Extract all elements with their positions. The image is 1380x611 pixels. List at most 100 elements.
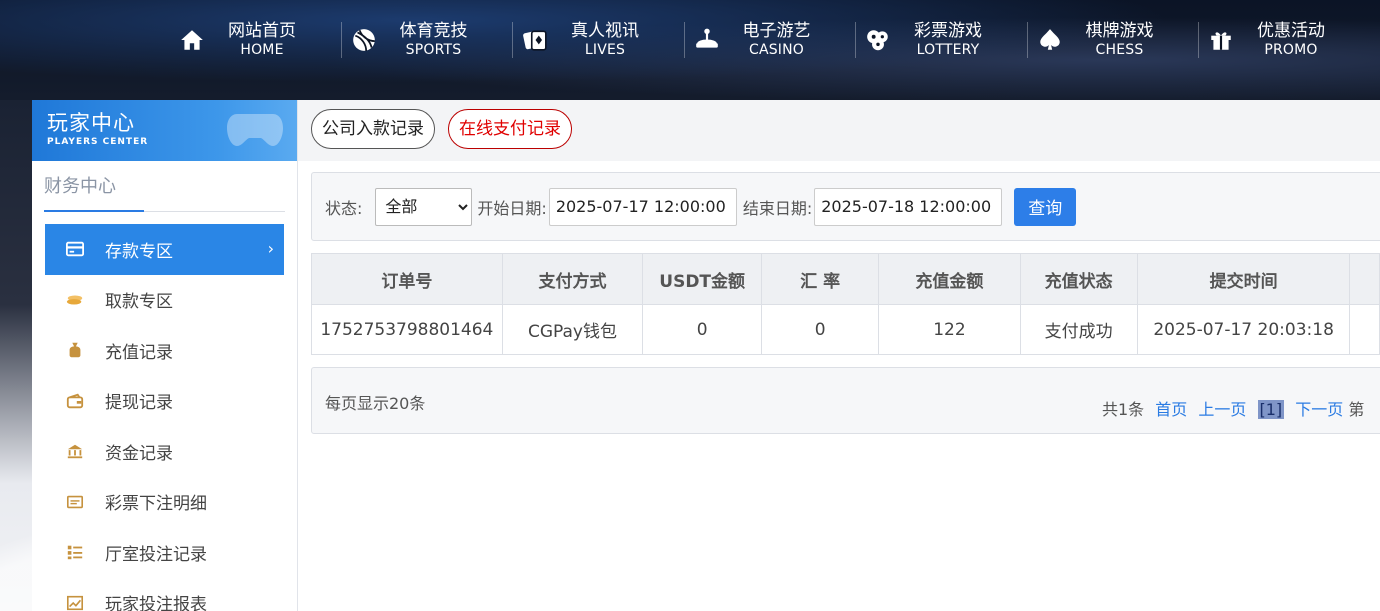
- nav-label: 网站首页: [228, 21, 296, 42]
- chart-icon: [65, 593, 85, 611]
- extra-cell: [1349, 304, 1380, 355]
- nav-home[interactable]: 网站首页 HOME: [170, 16, 342, 64]
- sidebar-item-label: 提现记录: [105, 393, 173, 414]
- sidebar-section-title: 财务中心: [44, 175, 285, 212]
- column-header: 充值状态: [1019, 253, 1138, 305]
- sidebar-item-label: 取款专区: [105, 292, 173, 313]
- column-header: 订单号: [311, 253, 503, 305]
- table-row: 1752753798801464 CGPay钱包 0 0 122 支付成功 20…: [311, 304, 1380, 355]
- gift-icon: [1207, 26, 1235, 54]
- spade-icon: [1036, 26, 1064, 54]
- nav-label: 真人视讯: [571, 21, 639, 42]
- sidebar-item-label: 彩票下注明细: [105, 494, 207, 515]
- ball-icon: [350, 26, 378, 54]
- nav-lottery[interactable]: 彩票游戏 LOTTERY: [855, 16, 1028, 64]
- payment-method-cell: CGPay钱包: [501, 304, 644, 355]
- sidebar-item-label: 充值记录: [105, 342, 173, 363]
- nav-sublabel: CASINO: [748, 41, 805, 58]
- home-icon: [178, 26, 206, 54]
- sidebar-item-player-report[interactable]: 玩家投注报表: [32, 578, 297, 611]
- exchange-rate-cell: 0: [761, 304, 880, 355]
- sidebar-item-withdraw-records[interactable]: 提现记录: [32, 376, 297, 427]
- sidebar-item-label: 玩家投注报表: [105, 595, 207, 611]
- nav-label: 体育竞技: [399, 21, 468, 42]
- cards-icon: [521, 26, 549, 54]
- current-page: [1]: [1257, 400, 1285, 419]
- next-page-link[interactable]: 下一页: [1295, 400, 1343, 419]
- end-date-label: 结束日期:: [742, 198, 813, 218]
- sidebar-item-label: 资金记录: [105, 443, 173, 464]
- pagination-bar: 每页显示20条 共1条 首页 上一页 [1] 下一页 第: [311, 367, 1380, 434]
- per-page-text: 每页显示20条: [325, 394, 426, 413]
- submit-time-cell: 2025-07-17 20:03:18: [1136, 304, 1351, 355]
- joystick-icon: [693, 26, 721, 54]
- tab-company-deposit[interactable]: 公司入款记录: [311, 109, 435, 149]
- end-date-input[interactable]: [814, 187, 1003, 226]
- sidebar-item-withdraw[interactable]: 取款专区: [32, 275, 297, 326]
- nav-sublabel: PROMO: [1264, 41, 1318, 58]
- prev-page-link[interactable]: 上一页: [1198, 400, 1246, 419]
- nav-chess[interactable]: 棋牌游戏 CHESS: [1026, 16, 1200, 64]
- bank-icon: [65, 441, 85, 461]
- page-jump-label: 第: [1348, 400, 1365, 419]
- first-page-link[interactable]: 首页: [1155, 400, 1187, 419]
- tab-online-payment[interactable]: 在线支付记录: [448, 109, 572, 149]
- sidebar-item-hall-bets[interactable]: 厅室投注记录: [32, 527, 297, 578]
- status-select[interactable]: 全部: [375, 187, 473, 226]
- column-header: 支付方式: [501, 253, 644, 305]
- column-header-extra: [1349, 253, 1380, 305]
- player-center-sidebar: 玩家中心 PLAYERS CENTER 财务中心 存款专区 › 取款专区 充值记…: [32, 100, 298, 611]
- section-label: 财务中心: [44, 176, 116, 197]
- order-number-cell: 1752753798801464: [311, 304, 503, 355]
- nav-sublabel: SPORTS: [405, 41, 462, 58]
- money-bag-icon: [65, 340, 85, 360]
- column-header: 提交时间: [1136, 253, 1351, 305]
- nav-casino[interactable]: 电子游艺 CASINO: [683, 16, 857, 64]
- nav-sports[interactable]: 体育竞技 SPORTS: [340, 16, 514, 64]
- status-label: 状态:: [325, 198, 363, 218]
- balls-icon: [864, 26, 892, 54]
- usdt-amount-cell: 0: [642, 304, 763, 355]
- filter-bar: 状态: 全部 开始日期: 结束日期: 查询: [311, 172, 1380, 241]
- nav-sublabel: HOME: [240, 41, 284, 58]
- sidebar-header: 玩家中心 PLAYERS CENTER: [32, 100, 297, 161]
- wallet-icon: [65, 391, 85, 411]
- nav-sublabel: LIVES: [584, 41, 626, 58]
- top-banner: 网站首页 HOME 体育竞技 SPORTS 真人视讯 LIVES 电子游艺 CASINO…: [0, 0, 1380, 100]
- sidebar-menu: 存款专区 › 取款专区 充值记录 提现记录 资金记录 彩票下注明细 厅室投注记录: [32, 224, 297, 611]
- nav-label: 电子游艺: [742, 21, 811, 42]
- table-header-row: 订单号 支付方式 USDT金额 汇 率 充值金额 充值状态 提交时间: [311, 253, 1380, 305]
- column-header: USDT金额: [642, 253, 763, 305]
- gamepad-icon: [227, 114, 283, 146]
- nav-label: 棋牌游戏: [1085, 21, 1154, 42]
- nav-lives[interactable]: 真人视讯 LIVES: [512, 16, 685, 64]
- sidebar-item-lottery-bets[interactable]: 彩票下注明细: [32, 477, 297, 528]
- sidebar-item-fund-records[interactable]: 资金记录: [32, 426, 297, 477]
- ticket-icon: [65, 492, 85, 512]
- start-date-label: 开始日期:: [477, 198, 547, 218]
- nav-promo[interactable]: 优惠活动 PROMO: [1198, 16, 1371, 64]
- nav-label: 彩票游戏: [914, 21, 982, 42]
- payment-records-table: 订单号 支付方式 USDT金额 汇 率 充值金额 充值状态 提交时间 17527…: [311, 253, 1380, 355]
- nav-sublabel: LOTTERY: [916, 41, 980, 58]
- sidebar-item-label: 存款专区: [105, 241, 173, 262]
- recharge-status-cell: 支付成功: [1019, 304, 1138, 355]
- pagination-links: 共1条 首页 上一页 [1] 下一页 第: [1102, 396, 1364, 420]
- sidebar-item-deposit[interactable]: 存款专区 ›: [45, 224, 284, 275]
- start-date-input[interactable]: [548, 187, 737, 226]
- chevron-right-icon: ›: [267, 239, 274, 258]
- sidebar-item-recharge-records[interactable]: 充值记录: [32, 325, 297, 376]
- cash-icon: [65, 290, 85, 310]
- nav-sublabel: CHESS: [1095, 41, 1144, 58]
- column-header: 汇 率: [761, 253, 880, 305]
- query-button[interactable]: 查询: [1014, 187, 1077, 226]
- nav-label: 优惠活动: [1257, 21, 1325, 42]
- list-icon: [65, 542, 85, 562]
- main-content: 公司入款记录 在线支付记录 状态: 全部 开始日期: 结束日期: 查询 订单号 …: [298, 100, 1380, 611]
- record-tabs: 公司入款记录 在线支付记录: [298, 100, 1380, 161]
- main-nav: 网站首页 HOME 体育竞技 SPORTS 真人视讯 LIVES 电子游艺 CASINO…: [170, 16, 1371, 64]
- total-count: 共1条: [1102, 400, 1145, 419]
- column-header: 充值金额: [878, 253, 1021, 305]
- recharge-amount-cell: 122: [878, 304, 1021, 355]
- card-icon: [65, 239, 85, 259]
